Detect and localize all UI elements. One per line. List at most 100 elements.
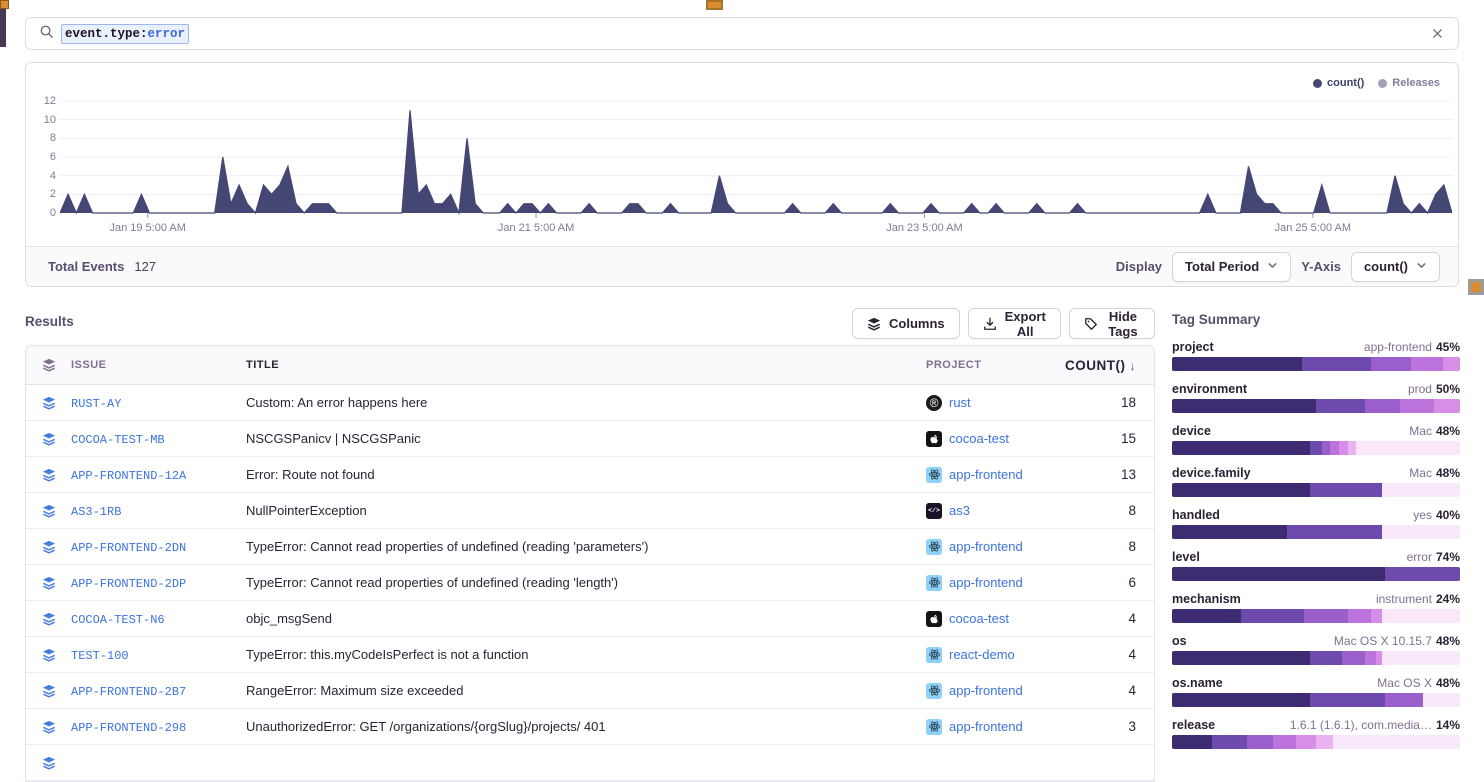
project-link[interactable]: app-frontend [949,575,1023,590]
stack-icon[interactable] [26,576,71,590]
column-header-count[interactable]: COUNT()↓ [1056,358,1154,373]
issue-link[interactable]: COCOA-TEST-N6 [71,613,165,627]
issue-cell: APP-FRONTEND-298 [71,719,246,735]
issue-link[interactable]: TEST-100 [71,649,129,663]
screenshot-artifact-handle-right [1468,279,1484,295]
total-events-value: 127 [134,259,156,274]
column-header-project[interactable]: PROJECT [926,359,1056,371]
issue-title: NSCGSPanicv | NSCGSPanic [246,431,926,446]
tag-bar-segment [1348,441,1357,455]
legend-item-releases[interactable]: Releases [1378,77,1440,89]
project-link[interactable]: app-frontend [949,539,1023,554]
tag-summary-item-os-name: os.nameMac OS X48% [1172,676,1460,705]
tag-name: environment [1172,382,1247,396]
issue-link[interactable]: APP-FRONTEND-12A [71,469,186,483]
tag-bar-segment [1310,483,1382,497]
tag-top-value: instrument [1376,592,1432,606]
stack-icon[interactable] [26,504,71,518]
tag-bar-segment [1212,735,1247,749]
project-cell: app-frontend [926,539,1056,555]
project-link[interactable]: react-demo [949,647,1015,662]
tag-top-value: yes [1413,508,1432,522]
project-link[interactable]: cocoa-test [949,611,1009,626]
project-link[interactable]: app-frontend [949,683,1023,698]
issue-link[interactable]: COCOA-TEST-MB [71,433,165,447]
project-cell: react-demo [926,647,1056,663]
tag-percent: 50% [1436,382,1460,396]
project-badge-apple-icon [926,431,942,447]
issue-link[interactable]: APP-FRONTEND-298 [71,721,186,735]
tag-bar-segment [1342,651,1365,665]
project-badge-apple-icon [926,611,942,627]
tag-bar-segment [1247,735,1273,749]
project-cell: app-frontend [926,467,1056,483]
issue-link[interactable]: RUST-AY [71,397,121,411]
legend-label: Releases [1392,77,1440,89]
issue-cell: APP-FRONTEND-2B7 [71,683,246,699]
stack-icon[interactable] [26,468,71,482]
count-value: 4 [1056,611,1154,626]
project-link[interactable]: rust [949,395,971,410]
y-axis-dropdown[interactable]: count() [1351,252,1440,282]
legend-item-count[interactable]: count() [1313,77,1364,89]
stack-icon[interactable] [26,358,71,372]
y-axis-tick-label: 12 [32,95,56,107]
issue-title: TypeError: this.myCodeIsPerfect is not a… [246,647,926,662]
y-axis-tick-label: 0 [32,207,56,219]
export-all-button[interactable]: Export All [968,308,1061,339]
stack-icon[interactable] [26,432,71,446]
tag-distribution-bar[interactable] [1172,441,1460,455]
tag-name: level [1172,550,1200,564]
tag-distribution-bar[interactable] [1172,609,1460,623]
stack-icon[interactable] [26,396,71,410]
issue-link[interactable]: APP-FRONTEND-2B7 [71,685,186,699]
events-area-chart[interactable] [60,93,1452,218]
stack-icon[interactable] [26,720,71,734]
tag-distribution-bar[interactable] [1172,525,1460,539]
issue-link[interactable]: APP-FRONTEND-2DN [71,541,186,555]
tag-top-value: Mac OS X [1377,676,1432,690]
stack-icon[interactable] [26,648,71,662]
tag-top-value: error [1407,550,1432,564]
tag-distribution-bar[interactable] [1172,693,1460,707]
tag-distribution-bar[interactable] [1172,735,1460,749]
column-header-title[interactable]: TITLE [246,359,926,371]
close-icon[interactable] [1431,27,1444,40]
tag-distribution-bar[interactable] [1172,651,1460,665]
tag-distribution-bar[interactable] [1172,399,1460,413]
tag-distribution-bar[interactable] [1172,357,1460,371]
tag-name: device.family [1172,466,1251,480]
project-badge-react-icon [926,719,942,735]
search-bar[interactable]: event.type:error [25,17,1459,50]
issue-link[interactable]: APP-FRONTEND-2DP [71,577,186,591]
screenshot-artifact-handle-top-center [706,0,723,10]
column-header-issue[interactable]: ISSUE [71,359,246,371]
project-badge-react-icon [926,683,942,699]
stack-icon[interactable] [26,540,71,554]
project-link[interactable]: app-frontend [949,719,1023,734]
y-axis-tick-label: 8 [32,132,56,144]
project-badge-code-icon: </> [926,503,942,519]
search-query-token[interactable]: event.type:error [61,24,189,44]
project-link[interactable]: as3 [949,503,970,518]
tag-summary-item-os: osMac OS X 10.15.748% [1172,634,1460,663]
tag-name: os.name [1172,676,1223,690]
hide-tags-button[interactable]: Hide Tags [1069,308,1155,339]
display-dropdown[interactable]: Total Period [1172,252,1291,282]
stack-icon[interactable] [26,612,71,626]
count-value: 3 [1056,719,1154,734]
stack-icon[interactable] [26,684,71,698]
total-events-label: Total Events [48,259,124,274]
issue-title: TypeError: Cannot read properties of und… [246,539,926,554]
table-row: AS3-1RBNullPointerException</>as38 [26,493,1154,529]
columns-button[interactable]: Columns [852,308,960,339]
tag-distribution-bar[interactable] [1172,483,1460,497]
project-link[interactable]: app-frontend [949,467,1023,482]
project-badge-react-icon [926,539,942,555]
chart-legend[interactable]: count() Releases [1313,77,1440,89]
tag-distribution-bar[interactable] [1172,567,1460,581]
project-link[interactable]: cocoa-test [949,431,1009,446]
tag-top-value: 1.6.1 (1.6.1), com.media… [1290,718,1432,732]
issue-link[interactable]: AS3-1RB [71,505,121,519]
tag-icon [1084,317,1098,331]
